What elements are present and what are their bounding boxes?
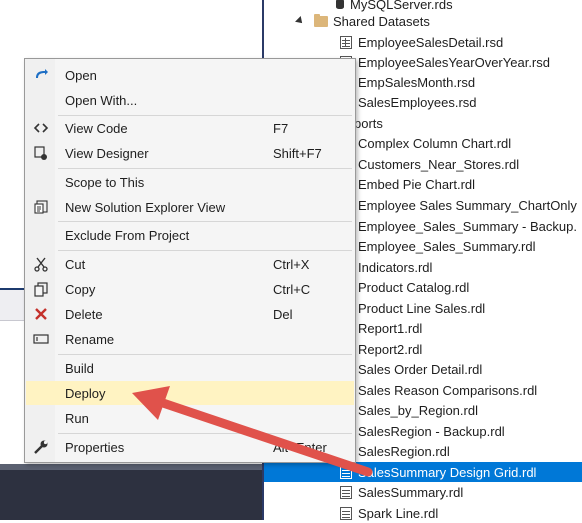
open-icon: [32, 66, 50, 84]
menu-item-cut[interactable]: Cut Ctrl+X: [26, 252, 354, 276]
menu-item-delete[interactable]: Delete Del: [26, 302, 354, 326]
tree-item-label: EmployeeSalesYearOverYear.rsd: [358, 54, 550, 70]
menu-item-rename[interactable]: Rename: [26, 327, 354, 351]
tree-item-dataset[interactable]: EmployeeSalesDetail.rsd: [264, 32, 582, 52]
menu-item-label: Build: [65, 360, 94, 376]
database-icon: [336, 0, 344, 9]
tree-item-label: Embed Pie Chart.rdl: [358, 176, 476, 192]
tree-item-label: Sales_by_Region.rdl: [358, 402, 478, 418]
tree-item-label: SalesSummary Design Grid.rdl: [358, 464, 537, 480]
tree-item-label: Spark Line.rdl: [358, 505, 439, 521]
tree-item-report[interactable]: Spark Line.rdl: [264, 503, 582, 523]
menu-item-open-with[interactable]: Open With...: [26, 88, 354, 112]
menu-separator: [58, 250, 352, 251]
copy-icon: [32, 280, 50, 298]
tree-item-label: Shared Datasets: [333, 13, 430, 29]
menu-item-scope-to-this[interactable]: Scope to This: [26, 170, 354, 194]
menu-item-view-code[interactable]: View Code F7: [26, 116, 354, 140]
tree-item-label: SalesSummary.rdl: [358, 484, 464, 500]
wrench-icon: [32, 438, 50, 456]
menu-item-label: View Designer: [65, 145, 149, 161]
tree-item-label: Product Line Sales.rdl: [358, 300, 486, 316]
menu-item-label: Properties: [65, 439, 125, 455]
designer-icon: [32, 144, 50, 162]
menu-item-shortcut: Del: [273, 306, 293, 322]
new-view-icon: [32, 198, 50, 216]
tree-item-label: Employee Sales Summary_ChartOnly: [358, 197, 577, 213]
tree-item-label: Sales Order Detail.rdl: [358, 361, 483, 377]
tree-item-label: Product Catalog.rdl: [358, 279, 470, 295]
tree-item-label: Employee_Sales_Summary.rdl: [358, 238, 536, 254]
menu-item-label: Cut: [65, 256, 86, 272]
menu-item-properties[interactable]: Properties Alt+Enter: [26, 435, 354, 459]
menu-item-open[interactable]: Open: [26, 63, 354, 87]
menu-item-label: Deploy: [65, 385, 106, 401]
menu-separator: [58, 168, 352, 169]
tree-item-label: Sales Reason Comparisons.rdl: [358, 382, 538, 398]
tree-item-label: Complex Column Chart.rdl: [358, 135, 512, 151]
tree-item-label: MySQLServer.rds: [350, 0, 453, 12]
menu-item-label: Open With...: [65, 92, 138, 108]
report-icon: [340, 506, 352, 520]
tree-item-label: SalesEmployees.rsd: [358, 94, 477, 110]
menu-item-label: Rename: [65, 331, 115, 347]
menu-item-shortcut: F7: [273, 120, 289, 136]
tree-item-label: Employee_Sales_Summary - Backup.: [358, 218, 577, 234]
tree-item-label: Indicators.rdl: [358, 259, 433, 275]
menu-item-label: Open: [65, 67, 97, 83]
code-icon: [32, 119, 50, 137]
menu-item-label: Scope to This: [65, 174, 145, 190]
rename-icon: [32, 330, 50, 348]
scissors-icon: [32, 255, 50, 273]
menu-item-view-designer[interactable]: View Designer Shift+F7: [26, 141, 354, 165]
tree-folder-shared-datasets[interactable]: Shared Datasets: [264, 11, 582, 31]
menu-item-shortcut: Shift+F7: [273, 145, 322, 161]
tree-item-label: SalesRegion - Backup.rdl: [358, 423, 505, 439]
tree-item-label: Report1.rdl: [358, 320, 423, 336]
tree-item-label: EmployeeSalesDetail.rsd: [358, 34, 504, 50]
menu-item-label: View Code: [65, 120, 128, 136]
tree-item-label: ports: [354, 115, 383, 131]
output-panel: [0, 470, 262, 520]
menu-item-label: New Solution Explorer View: [65, 199, 226, 215]
context-menu: Open Open With... View Code F7 View Desi…: [24, 58, 356, 463]
tree-item-report[interactable]: SalesSummary.rdl: [264, 482, 582, 502]
menu-item-build[interactable]: Build: [26, 356, 354, 380]
menu-item-exclude-from-project[interactable]: Exclude From Project: [26, 223, 354, 247]
menu-item-label: Copy: [65, 281, 96, 297]
folder-icon: [314, 13, 328, 27]
menu-item-shortcut: Alt+Enter: [273, 439, 327, 455]
delete-icon: [32, 305, 50, 323]
expand-arrow-icon[interactable]: [295, 16, 305, 26]
editor-top-strip: [0, 0, 262, 18]
menu-item-run[interactable]: Run: [26, 406, 354, 430]
tree-item-report-selected[interactable]: SalesSummary Design Grid.rdl: [264, 462, 582, 482]
tree-item-label: Report2.rdl: [358, 341, 423, 357]
report-icon: [340, 485, 352, 499]
tree-item-label: Customers_Near_Stores.rdl: [358, 156, 520, 172]
menu-item-new-solution-view[interactable]: New Solution Explorer View: [26, 195, 354, 219]
menu-item-deploy[interactable]: Deploy: [26, 381, 354, 405]
menu-separator: [58, 354, 352, 355]
menu-item-label: Run: [65, 410, 89, 426]
menu-separator: [58, 433, 352, 434]
menu-item-label: Delete: [65, 306, 103, 322]
dataset-icon: [340, 35, 352, 49]
tree-item-label: SalesRegion.rdl: [358, 443, 450, 459]
menu-item-copy[interactable]: Copy Ctrl+C: [26, 277, 354, 301]
menu-item-shortcut: Ctrl+X: [273, 256, 310, 272]
tree-item-label: EmpSalesMonth.rsd: [358, 74, 476, 90]
report-icon: [340, 465, 352, 479]
menu-item-shortcut: Ctrl+C: [273, 281, 311, 297]
menu-separator: [58, 221, 352, 222]
menu-item-label: Exclude From Project: [65, 227, 190, 243]
